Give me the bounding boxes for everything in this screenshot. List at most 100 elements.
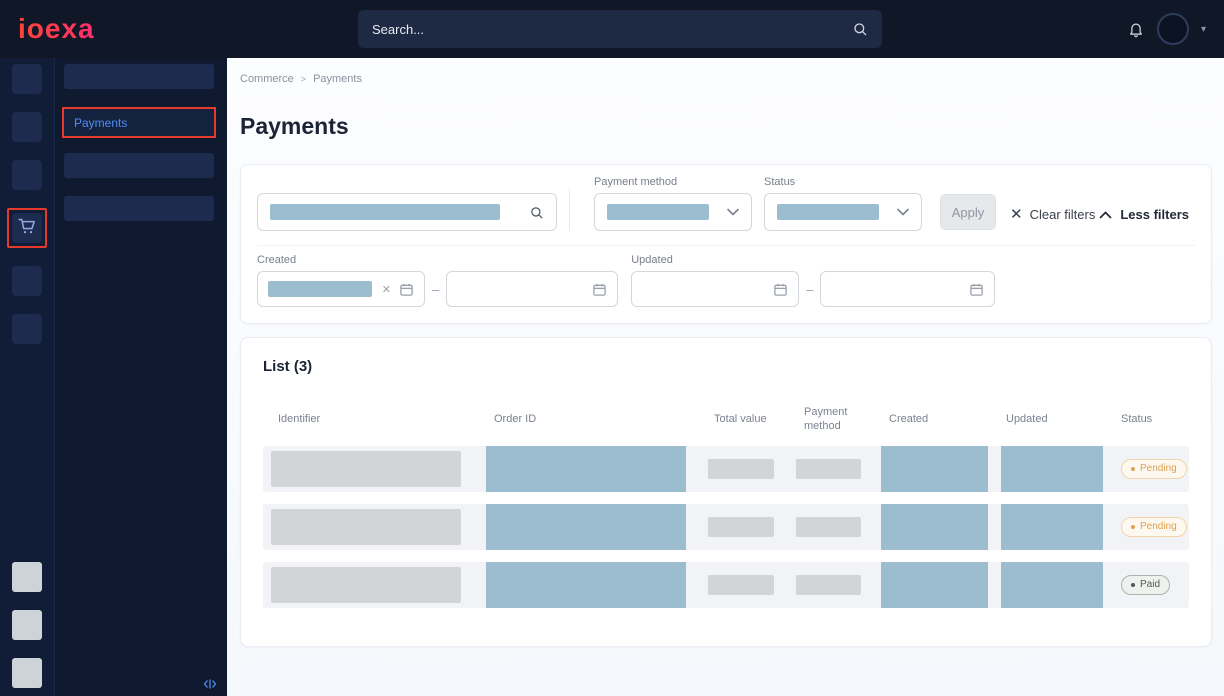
notifications-bell-icon[interactable] [1127,20,1145,38]
cell-status: Paid [1113,562,1189,608]
bottom-icon-placeholder-1[interactable] [12,562,42,592]
payment-method-placeholder [796,517,861,537]
payment-method-placeholder [796,575,861,595]
created-to-input[interactable] [446,271,618,307]
cell-created [881,504,998,550]
apply-button[interactable]: Apply [940,194,996,230]
breadcrumb-payments[interactable]: Payments [313,73,362,85]
icon-rail [0,58,55,696]
filter-divider [569,189,570,231]
calendar-icon[interactable] [969,282,984,297]
created-placeholder [881,446,988,492]
list-title: List (3) [263,358,1189,375]
global-search[interactable] [358,10,882,48]
filter-row-dates: Created ✕ – [257,245,1195,307]
column-header-order-id: Order ID [486,412,706,426]
status-label: Paid [1140,579,1160,590]
sidebar-item-placeholder-1[interactable] [64,64,214,89]
payment-method-select[interactable] [594,193,752,231]
user-avatar[interactable] [1157,13,1189,45]
sidebar-item-payments-label: Payments [74,116,127,130]
sidebar-item-payments[interactable]: Payments [64,109,214,136]
column-header-created: Created [881,412,998,426]
identifier-placeholder [271,509,461,545]
order-id-placeholder [486,562,686,608]
nav-icon-placeholder-5[interactable] [12,314,42,344]
created-from-input[interactable]: ✕ [257,271,425,307]
page-title: Payments [240,113,1212,140]
app-body: Payments Commerce > Payments Payments [0,58,1224,696]
topbar: ioexa ▾ [0,0,1224,58]
nav-icon-placeholder-2[interactable] [12,112,42,142]
identifier-placeholder [271,451,461,487]
created-date-row: ✕ – [257,271,618,307]
order-id-placeholder [486,446,686,492]
search-input[interactable] [372,22,852,37]
sidebar-item-placeholder-2[interactable] [64,153,214,178]
chevron-down-icon [727,203,739,221]
calendar-icon[interactable] [399,282,414,297]
cell-order-id [486,562,706,608]
sidebar-collapse-icon[interactable] [203,678,217,690]
rail-bottom-icons [0,562,54,688]
cell-updated [998,562,1113,608]
filter-search-input[interactable] [257,193,557,231]
updated-to-input[interactable] [820,271,995,307]
nav-icon-placeholder-1[interactable] [12,64,42,94]
less-filters-button[interactable]: Less filters [1099,207,1189,222]
column-header-payment-method: Payment method [796,405,881,434]
cell-created [881,446,998,492]
status-value-placeholder [777,204,879,220]
updated-label: Updated [631,254,995,266]
status-label: Status [764,176,922,188]
cell-total-value [706,562,796,608]
app-logo[interactable]: ioexa [18,13,95,45]
table-row[interactable]: Pending [263,446,1189,492]
cell-status: Pending [1113,446,1189,492]
calendar-icon[interactable] [773,282,788,297]
bottom-icon-placeholder-2[interactable] [12,610,42,640]
total-value-placeholder [708,575,774,595]
filter-row-primary: Payment method Status [257,175,1195,231]
created-label: Created [257,254,618,266]
column-header-status: Status [1113,412,1189,426]
cell-payment-method [796,504,881,550]
secondary-sidebar: Payments [55,58,227,696]
updated-placeholder [1001,562,1103,608]
payment-method-value-placeholder [607,204,709,220]
status-dot [1131,525,1135,529]
nav-icon-placeholder-3[interactable] [12,160,42,190]
table-row[interactable]: Pending [263,504,1189,550]
nav-icon-placeholder-4[interactable] [12,266,42,296]
cell-status: Pending [1113,504,1189,550]
breadcrumb-separator: > [301,74,306,84]
search-icon [852,21,868,37]
updated-from-input[interactable] [631,271,799,307]
updated-date-row: – [631,271,995,307]
calendar-icon[interactable] [592,282,607,297]
cart-annotation-box [7,208,47,248]
order-id-placeholder [486,504,686,550]
date-range-separator: – [806,282,813,297]
payments-list-card: List (3) Identifier Order ID Total value… [240,337,1212,647]
breadcrumb-commerce[interactable]: Commerce [240,73,294,85]
cell-total-value [706,446,796,492]
clear-filters-label: Clear filters [1030,207,1096,222]
breadcrumb: Commerce > Payments [240,73,1212,85]
total-value-placeholder [708,459,774,479]
user-menu-caret-icon[interactable]: ▾ [1201,24,1206,35]
clear-filters-button[interactable]: ✕ Clear filters [1010,207,1095,222]
column-header-updated: Updated [998,412,1113,426]
column-header-identifier: Identifier [263,412,486,426]
clear-date-icon[interactable]: ✕ [382,283,391,296]
chevron-down-icon [897,203,909,221]
bottom-icon-placeholder-3[interactable] [12,658,42,688]
status-dot [1131,583,1135,587]
status-select[interactable] [764,193,922,231]
commerce-nav-item[interactable] [12,213,42,243]
filter-search-icon [529,205,544,220]
table-row[interactable]: Paid [263,562,1189,608]
sidebar-item-placeholder-3[interactable] [64,196,214,221]
status-field: Status [764,176,922,231]
status-dot [1131,467,1135,471]
